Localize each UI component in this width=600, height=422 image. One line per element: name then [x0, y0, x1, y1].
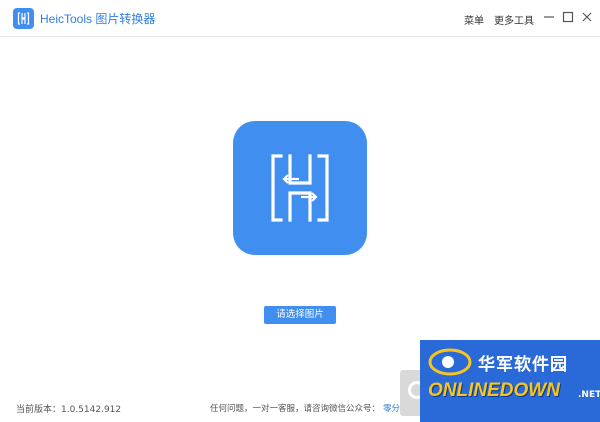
- h-arrows-icon[interactable]: [233, 121, 367, 255]
- maximize-icon[interactable]: [559, 8, 577, 26]
- app-title: HeicTools 图片转换器: [40, 12, 156, 26]
- version-label: 当前版本：1.0.5142.912: [16, 405, 122, 415]
- watermark-cn-text: 华军软件园: [478, 355, 568, 375]
- menu-button[interactable]: 菜单: [464, 12, 484, 27]
- title-bar: HeicTools 图片转换器 菜单 更多工具: [0, 0, 600, 37]
- watermark-en-text: ONLINEDOWN: [428, 380, 560, 401]
- app-logo-icon: [13, 8, 34, 29]
- watermark-banner: 华军软件园 ONLINEDOWN .NET: [420, 340, 600, 422]
- minimize-icon[interactable]: [540, 8, 558, 26]
- close-icon[interactable]: [578, 8, 596, 26]
- watermark-suffix-text: .NET: [578, 390, 600, 400]
- watermark-logo-icon: [428, 346, 472, 378]
- more-tools-button[interactable]: 更多工具: [494, 12, 534, 27]
- contact-text: 任何问题，一对一客服，请咨询微信公众号： 零分猫: [210, 402, 409, 414]
- contact-label: 任何问题，一对一客服，请咨询微信公众号：: [210, 404, 381, 414]
- select-image-button[interactable]: 请选择图片: [264, 306, 336, 324]
